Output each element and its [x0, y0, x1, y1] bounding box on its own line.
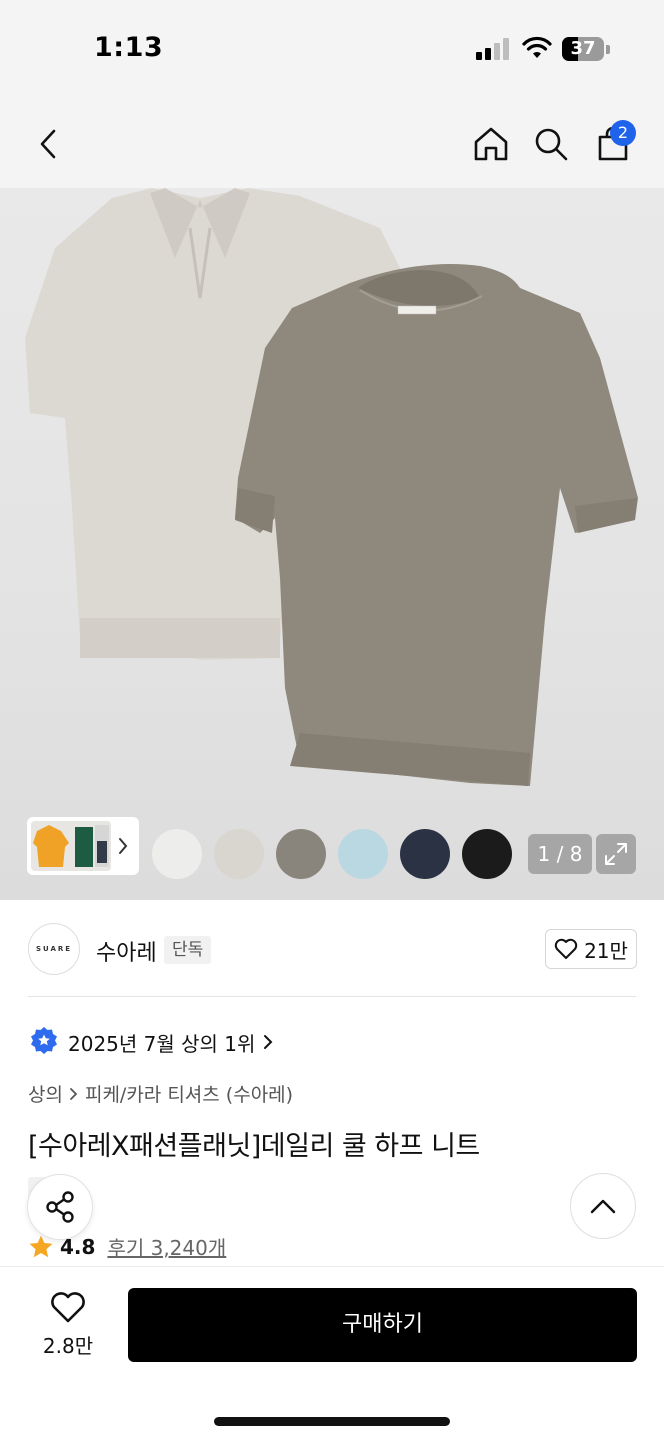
ranking-link[interactable]: 2025년 7월 상의 1위	[30, 1025, 273, 1059]
divider	[28, 996, 636, 997]
color-swatch[interactable]	[338, 829, 388, 879]
ranking-medal-icon	[31, 1027, 57, 1054]
color-swatch[interactable]	[400, 829, 450, 879]
cart-count-badge: 2	[610, 120, 636, 146]
rating-row: 4.8 후기 3,240개	[28, 1232, 226, 1261]
color-swatch[interactable]	[214, 829, 264, 879]
review-link[interactable]: 후기 3,240개	[107, 1232, 226, 1261]
star-icon	[29, 1235, 53, 1257]
scroll-top-button[interactable]	[570, 1173, 636, 1239]
heart-icon	[51, 1292, 85, 1323]
breadcrumb: 상의 피케/카라 티셔츠 (수아레)	[28, 1080, 293, 1107]
chevron-right-icon	[264, 1035, 273, 1049]
battery-icon: 37	[562, 37, 604, 61]
home-indicator	[214, 1417, 450, 1426]
heart-icon	[554, 938, 578, 959]
home-icon	[474, 127, 508, 161]
buy-button[interactable]: 구매하기	[128, 1288, 637, 1362]
home-button[interactable]	[467, 120, 515, 168]
wishlist-count: 2.8만	[42, 1334, 94, 1358]
chevron-up-icon	[590, 1199, 616, 1214]
product-photo	[25, 188, 638, 786]
brand-like-button[interactable]: 21만	[545, 929, 637, 969]
color-swatch[interactable]	[276, 829, 326, 879]
breadcrumb-subcategory[interactable]: 피케/카라 티셔츠 (수아레)	[85, 1080, 293, 1107]
chevron-right-icon	[70, 1087, 78, 1100]
color-swatch[interactable]	[152, 829, 202, 879]
share-icon	[46, 1191, 74, 1223]
wishlist-button[interactable]	[50, 1292, 86, 1328]
model-thumbnail	[31, 821, 111, 871]
brand-like-count: 21만	[584, 938, 628, 963]
status-time: 1:13	[94, 32, 164, 63]
brand-name[interactable]: 수아레	[96, 935, 157, 967]
expand-button[interactable]	[596, 834, 636, 874]
search-button[interactable]	[527, 120, 575, 168]
ranking-text: 2025년 7월 상의 1위	[68, 1031, 256, 1056]
share-button[interactable]	[27, 1174, 93, 1240]
chevron-right-icon	[119, 838, 128, 854]
product-image[interactable]	[0, 188, 664, 900]
expand-icon	[605, 843, 627, 865]
signal-icon	[476, 38, 510, 60]
back-button[interactable]	[24, 120, 72, 168]
model-thumbnail-button[interactable]	[27, 817, 139, 875]
breadcrumb-category[interactable]: 상의	[28, 1080, 63, 1107]
battery-percent: 37	[570, 38, 596, 59]
back-icon	[40, 129, 56, 159]
status-bar: 1:13 37	[0, 0, 664, 100]
search-icon	[535, 128, 568, 161]
exclusive-badge: 단독	[164, 936, 212, 964]
brand-logo[interactable]: SUARE	[28, 923, 80, 975]
color-swatch[interactable]	[462, 829, 512, 879]
wifi-icon	[522, 36, 552, 58]
rating-value: 4.8	[60, 1234, 96, 1259]
product-title: [수아레X패션플래닛]데일리 쿨 하프 니트	[28, 1131, 480, 1162]
page-indicator: 1 / 8	[528, 834, 592, 874]
battery-tip	[606, 45, 610, 54]
